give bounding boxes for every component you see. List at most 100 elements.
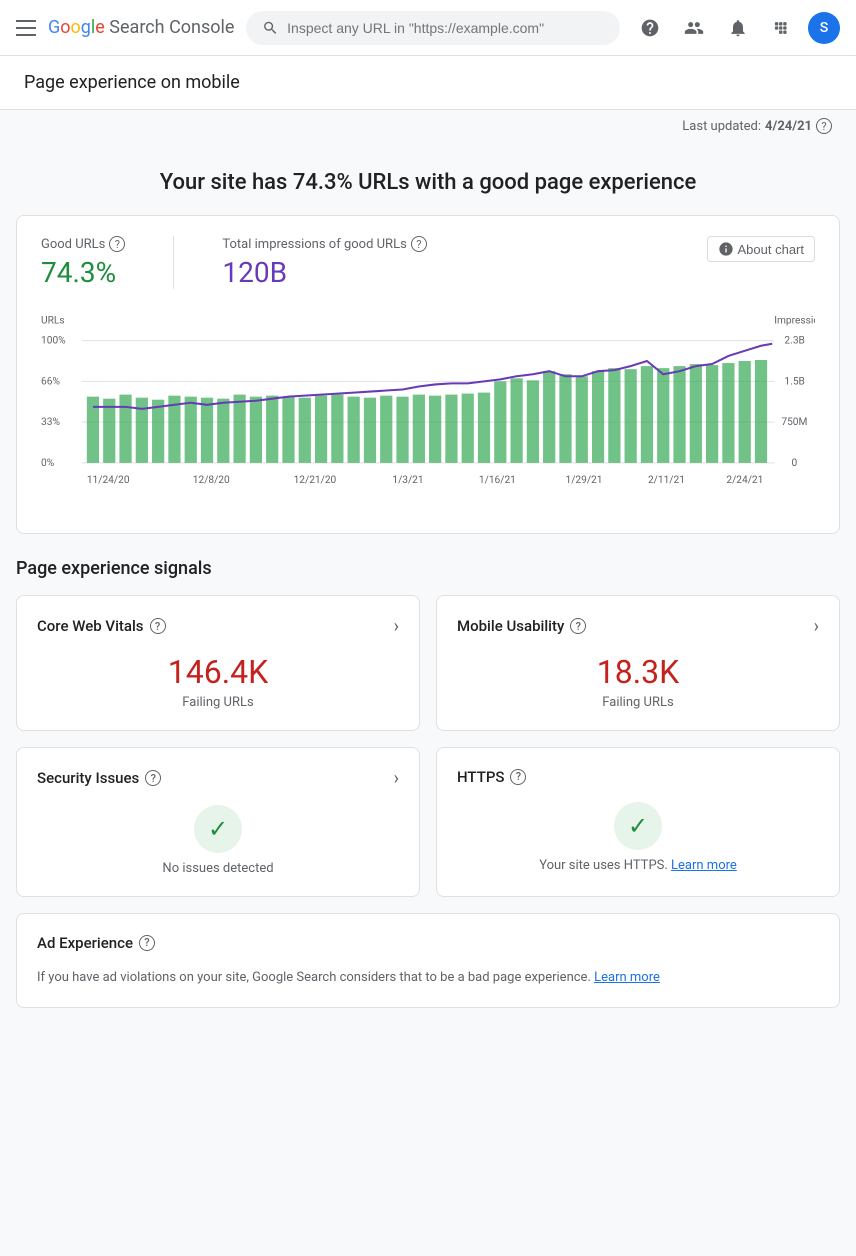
svg-text:33%: 33%: [41, 417, 60, 428]
ad-experience-title-left: Ad Experience ?: [37, 934, 155, 952]
last-updated-help-icon[interactable]: ?: [816, 118, 832, 134]
mobile-usability-title: Mobile Usability ? ›: [457, 616, 819, 637]
https-help-icon[interactable]: ?: [510, 769, 526, 785]
signals-title: Page experience signals: [16, 558, 840, 579]
svg-text:66%: 66%: [41, 376, 60, 387]
ad-experience-help-icon[interactable]: ?: [139, 935, 155, 951]
total-impressions-label: Total impressions of good URLs ?: [222, 236, 426, 252]
page-title: Page experience on mobile: [24, 72, 832, 93]
svg-text:2.3B: 2.3B: [784, 336, 804, 347]
total-impressions-value: 120B: [222, 256, 426, 289]
https-label: HTTPS: [457, 768, 504, 786]
svg-text:2/11/21: 2/11/21: [648, 475, 685, 486]
svg-text:1/3/21: 1/3/21: [392, 475, 423, 486]
users-button[interactable]: [676, 10, 712, 46]
hero-section: Your site has 74.3% URLs with a good pag…: [16, 142, 840, 215]
security-issues-check-icon: ✓: [208, 815, 228, 843]
good-urls-metric: Good URLs ? 74.3%: [41, 236, 125, 289]
core-web-vitals-label: Core Web Vitals: [37, 617, 144, 635]
header-icons: S: [632, 10, 840, 46]
core-web-vitals-card: Core Web Vitals ? › 146.4K Failing URLs: [16, 595, 420, 731]
signals-section: Page experience signals Core Web Vitals …: [16, 558, 840, 1009]
security-issues-help-icon[interactable]: ?: [145, 770, 161, 786]
about-chart-button[interactable]: About chart: [707, 236, 816, 262]
page-title-bar: Page experience on mobile: [0, 56, 856, 110]
main-content: Your site has 74.3% URLs with a good pag…: [0, 142, 856, 1032]
logo-area: Google Search Console: [48, 17, 234, 38]
good-urls-value: 74.3%: [41, 256, 125, 289]
mobile-usability-card: Mobile Usability ? › 18.3K Failing URLs: [436, 595, 840, 731]
svg-text:Impressions: Impressions: [774, 315, 815, 326]
ad-experience-label: Ad Experience: [37, 934, 133, 952]
security-issues-check-circle: ✓: [194, 805, 242, 853]
ad-experience-description: If you have ad violations on your site, …: [37, 968, 819, 988]
good-urls-label: Good URLs ?: [41, 236, 125, 252]
security-issues-card: Security Issues ? › ✓ No issues detected: [16, 747, 420, 897]
https-status-text: Your site uses HTTPS. Learn more: [457, 858, 819, 873]
svg-text:11/24/20: 11/24/20: [87, 475, 130, 486]
svg-text:2/24/21: 2/24/21: [726, 475, 763, 486]
help-button[interactable]: [632, 10, 668, 46]
chart-container: URLs 100% 66% 33% 0% Impressions 2.3B 1.…: [41, 305, 815, 513]
security-issues-label: Security Issues: [37, 769, 139, 787]
search-icon: [262, 19, 279, 37]
https-check-circle: ✓: [614, 802, 662, 850]
core-web-vitals-title: Core Web Vitals ? ›: [37, 616, 399, 637]
ad-experience-learn-more-link[interactable]: Learn more: [594, 970, 660, 985]
mobile-usability-value-label: Failing URLs: [457, 695, 819, 710]
metrics-divider: [173, 236, 174, 289]
svg-text:URLs: URLs: [41, 315, 65, 326]
mobile-usability-arrow[interactable]: ›: [814, 616, 819, 637]
about-chart-label: About chart: [738, 242, 805, 257]
total-impressions-metric: Total impressions of good URLs ? 120B: [222, 236, 426, 289]
notifications-button[interactable]: [720, 10, 756, 46]
logo-text: Google Search Console: [48, 17, 234, 38]
mobile-usability-help-icon[interactable]: ?: [570, 618, 586, 634]
hero-headline: Your site has 74.3% URLs with a good pag…: [32, 170, 824, 195]
chart-card: Good URLs ? 74.3% Total impressions of g…: [16, 215, 840, 534]
menu-button[interactable]: [16, 20, 36, 36]
avatar[interactable]: S: [808, 12, 840, 44]
core-web-vitals-value-label: Failing URLs: [37, 695, 399, 710]
https-learn-more-link[interactable]: Learn more: [671, 858, 737, 873]
good-urls-help-icon[interactable]: ?: [109, 236, 125, 252]
svg-text:1/29/21: 1/29/21: [565, 475, 602, 486]
svg-text:12/8/20: 12/8/20: [193, 475, 230, 486]
mobile-usability-label: Mobile Usability: [457, 617, 564, 635]
header: Google Search Console S: [0, 0, 856, 56]
svg-text:0%: 0%: [41, 458, 55, 469]
core-web-vitals-help-icon[interactable]: ?: [150, 618, 166, 634]
ad-experience-title: Ad Experience ?: [37, 934, 819, 952]
https-status-label: Your site uses HTTPS.: [539, 858, 668, 873]
ad-experience-card: Ad Experience ? If you have ad violation…: [16, 913, 840, 1009]
total-impressions-help-icon[interactable]: ?: [411, 236, 427, 252]
ad-experience-description-text: If you have ad violations on your site, …: [37, 970, 591, 985]
https-title: HTTPS ?: [457, 768, 819, 786]
signals-grid: Core Web Vitals ? › 146.4K Failing URLs …: [16, 595, 840, 897]
last-updated-label: Last updated:: [682, 119, 761, 134]
security-issues-title: Security Issues ? ›: [37, 768, 399, 789]
security-issues-status-text: No issues detected: [37, 861, 399, 876]
core-web-vitals-title-left: Core Web Vitals ?: [37, 617, 166, 635]
last-updated-bar: Last updated: 4/24/21 ?: [0, 110, 856, 142]
mobile-usability-title-left: Mobile Usability ?: [457, 617, 586, 635]
https-card: HTTPS ? ✓ Your site uses HTTPS. Learn mo…: [436, 747, 840, 897]
svg-text:1.5B: 1.5B: [784, 376, 804, 387]
core-web-vitals-value: 146.4K: [37, 653, 399, 691]
svg-text:0: 0: [792, 458, 798, 469]
https-title-left: HTTPS ?: [457, 768, 526, 786]
apps-button[interactable]: [764, 10, 800, 46]
core-web-vitals-arrow[interactable]: ›: [394, 616, 399, 637]
chart-metrics: Good URLs ? 74.3% Total impressions of g…: [41, 236, 815, 289]
search-input[interactable]: [287, 20, 604, 36]
security-issues-title-left: Security Issues ?: [37, 769, 161, 787]
security-issues-arrow[interactable]: ›: [394, 768, 399, 789]
info-icon: [718, 241, 734, 257]
search-bar[interactable]: [246, 11, 620, 45]
svg-text:100%: 100%: [41, 336, 66, 347]
chart-svg: URLs 100% 66% 33% 0% Impressions 2.3B 1.…: [41, 305, 815, 509]
last-updated-date: 4/24/21: [765, 119, 812, 134]
svg-text:12/21/20: 12/21/20: [294, 475, 337, 486]
svg-text:1/16/21: 1/16/21: [479, 475, 516, 486]
https-check-icon: ✓: [628, 812, 648, 840]
